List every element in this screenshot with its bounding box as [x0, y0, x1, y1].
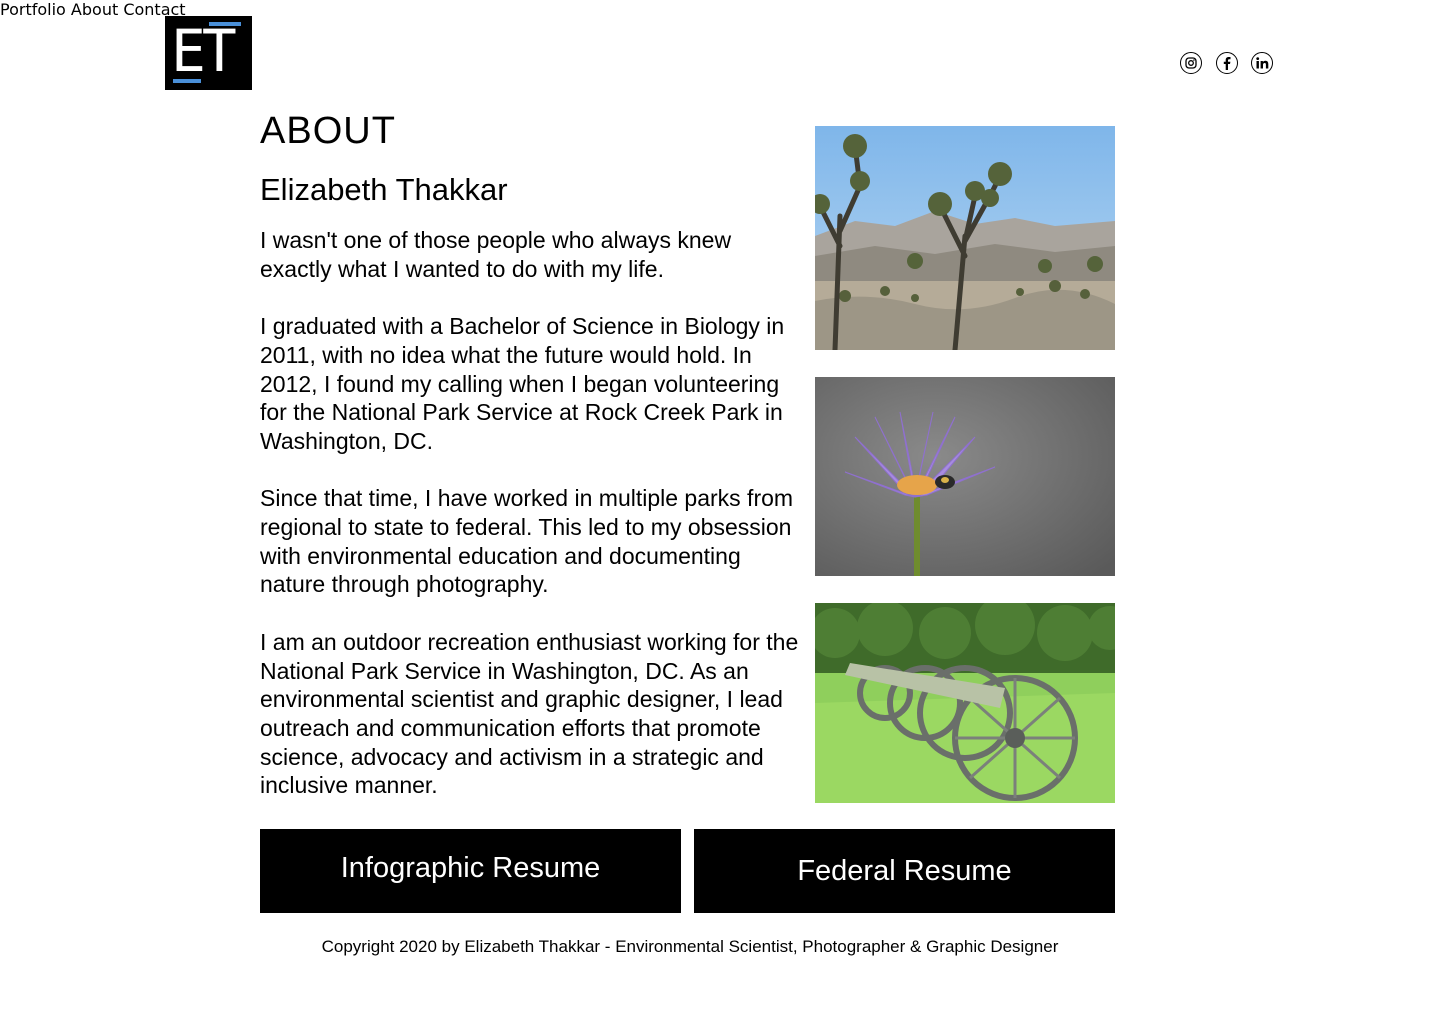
federal-resume-button[interactable]: Federal Resume — [694, 829, 1115, 913]
photo-joshua-trees — [815, 126, 1115, 350]
nav-about[interactable]: About — [71, 0, 118, 19]
bio-paragraph: I wasn't one of those people who always … — [260, 227, 732, 282]
linkedin-glyph — [1255, 57, 1268, 69]
facebook-icon[interactable] — [1216, 52, 1238, 74]
bio-paragraph: Since that time, I have worked in multip… — [260, 485, 794, 598]
bio-paragraph: I am an outdoor recreation enthusiast wo… — [260, 628, 799, 799]
site-logo[interactable]: ET — [165, 16, 252, 90]
page-title: ABOUT — [260, 110, 396, 152]
instagram-glyph — [1185, 57, 1197, 69]
photo-cannons — [815, 603, 1115, 803]
bio-paragraph: I graduated with a Bachelor of Science i… — [260, 313, 785, 454]
infographic-resume-button[interactable]: Infographic Resume — [260, 829, 681, 913]
nav-portfolio[interactable]: Portfolio — [0, 0, 66, 19]
logo-text: ET — [171, 17, 237, 85]
logo-accent-top — [209, 22, 241, 26]
linkedin-icon[interactable] — [1251, 52, 1273, 74]
infographic-resume-label: Infographic Resume — [340, 851, 601, 884]
instagram-icon[interactable] — [1180, 52, 1202, 74]
footer-copyright: Copyright 2020 by Elizabeth Thakkar - En… — [321, 937, 1059, 956]
facebook-glyph — [1223, 57, 1231, 70]
logo-accent-bottom — [173, 79, 201, 83]
bio-text: I wasn't one of those people who always … — [260, 226, 800, 829]
photo-water-lily — [815, 377, 1115, 576]
federal-resume-label: Federal Resume — [797, 854, 1012, 887]
person-name: Elizabeth Thakkar — [260, 172, 508, 207]
